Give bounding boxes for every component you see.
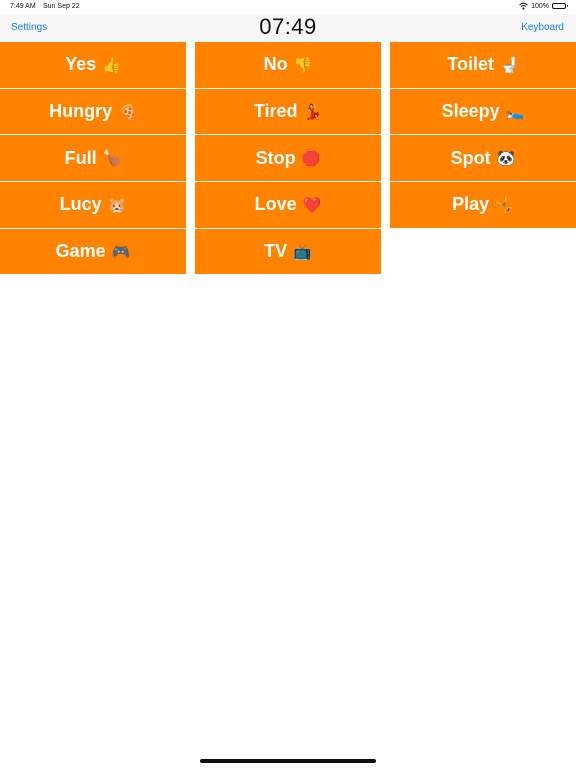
tile-label: TV <box>264 241 288 262</box>
tile-lucy[interactable]: Lucy 🐹 <box>0 182 186 229</box>
pizza-icon: 🍕 <box>118 103 137 121</box>
game-controller-icon: 🎮 <box>111 243 131 261</box>
tile-love[interactable]: Love ❤️ <box>195 182 381 229</box>
tile-yes[interactable]: Yes 👍 <box>0 42 186 89</box>
stop-sign-icon: 🛑 <box>301 150 321 168</box>
tile-play[interactable]: Play 🤸 <box>390 182 576 229</box>
tile-tired[interactable]: Tired 💃 <box>195 88 381 136</box>
television-icon: 📺 <box>293 243 312 261</box>
tile-label: Spot <box>450 147 491 168</box>
tile-tv[interactable]: TV 📺 <box>195 228 381 276</box>
tile-label: Sleepy <box>441 101 500 122</box>
thumbs-up-icon: 👍 <box>102 56 121 74</box>
tile-label: Love <box>254 194 297 215</box>
home-indicator[interactable] <box>200 759 376 763</box>
tile-label: Tired <box>253 101 298 122</box>
tile-column-1: Yes 👍 Hungry 🍕 Full 🍗 Lucy 🐹 Game 🎮 <box>0 42 186 276</box>
tile-label: No <box>263 54 288 75</box>
toilet-icon: 🚽 <box>499 56 519 74</box>
battery-percent: 100% <box>531 2 549 10</box>
status-date: Sun Sep 22 <box>43 3 80 10</box>
tile-toilet[interactable]: Toilet 🚽 <box>390 42 576 89</box>
clock-title: 07:49 <box>259 14 317 39</box>
hamster-icon: 🐹 <box>107 196 127 214</box>
tile-game[interactable]: Game 🎮 <box>0 228 186 276</box>
tile-label: Hungry <box>49 101 113 122</box>
tile-sleepy[interactable]: Sleepy 🛌 <box>390 88 576 136</box>
tile-column-3: Toilet 🚽 Sleepy 🛌 Spot 🐼 Play 🤸 <box>390 42 576 229</box>
tile-label: Full <box>64 147 97 168</box>
tile-spot[interactable]: Spot 🐼 <box>390 135 576 183</box>
status-right: 100% <box>519 2 568 10</box>
tile-label: Game <box>55 241 106 262</box>
battery-icon <box>552 3 568 9</box>
panda-icon: 🐼 <box>496 150 516 168</box>
tile-stop[interactable]: Stop 🛑 <box>195 135 381 183</box>
heart-icon: ❤️ <box>302 196 322 214</box>
tile-label: Stop <box>255 147 296 168</box>
tile-no[interactable]: No 👎 <box>195 42 381 89</box>
thumbs-down-icon: 👎 <box>293 56 313 74</box>
status-time: 7:49 AM <box>10 3 36 10</box>
tile-label: Yes <box>65 54 97 75</box>
status-bar: 7:49 AM Sun Sep 22 100% <box>0 0 576 14</box>
wifi-icon <box>519 2 528 10</box>
keyboard-button[interactable]: Keyboard <box>521 22 564 33</box>
nav-bar: Settings 07:49 Keyboard <box>0 14 576 42</box>
dancer-icon: 💃 <box>303 103 323 121</box>
bed-icon: 🛌 <box>505 103 525 121</box>
tile-label: Lucy <box>59 194 102 215</box>
drumstick-icon: 🍗 <box>102 150 122 168</box>
tile-label: Play <box>452 194 490 215</box>
tile-full[interactable]: Full 🍗 <box>0 135 186 183</box>
tile-column-2: No 👎 Tired 💃 Stop 🛑 Love ❤️ TV 📺 <box>195 42 381 276</box>
tile-hungry[interactable]: Hungry 🍕 <box>0 88 186 136</box>
cartwheel-icon: 🤸 <box>495 196 514 214</box>
tile-label: Toilet <box>447 54 494 75</box>
